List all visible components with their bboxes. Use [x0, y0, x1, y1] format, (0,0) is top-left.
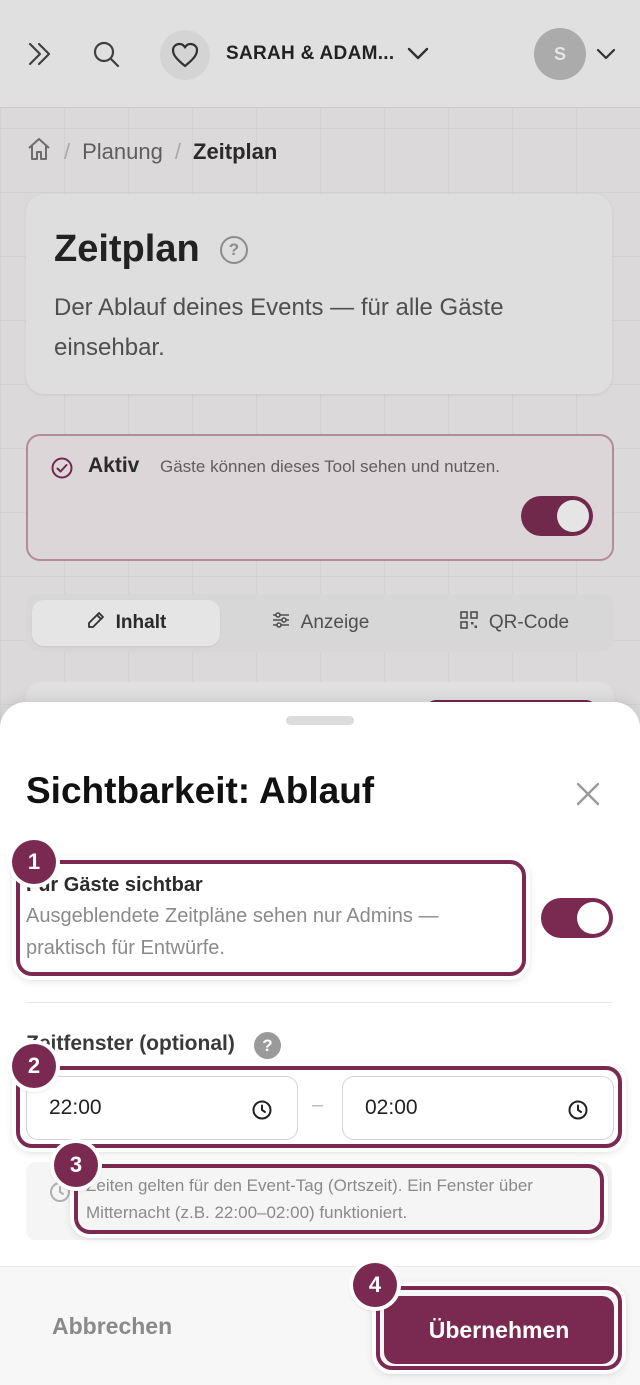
- help-icon[interactable]: ?: [254, 1032, 281, 1059]
- close-icon[interactable]: [570, 776, 606, 812]
- annotation-badge-3: 3: [54, 1143, 98, 1187]
- annotation-highlight-2: [16, 1066, 622, 1148]
- time-window-label: Zeitfenster (optional): [26, 1032, 235, 1055]
- cancel-button[interactable]: Abbrechen: [52, 1313, 172, 1340]
- annotation-highlight-1: [16, 860, 526, 976]
- toggle-knob: [577, 902, 609, 934]
- annotation-badge-1: 1: [12, 840, 56, 884]
- annotation-highlight-4: [376, 1286, 622, 1370]
- visibility-toggle[interactable]: [541, 898, 613, 938]
- annotation-badge-4: 4: [353, 1263, 397, 1307]
- annotation-highlight-3: [74, 1164, 604, 1234]
- sheet-title: Sichtbarkeit: Ablauf: [26, 770, 375, 811]
- bottom-sheet: Sichtbarkeit: Ablauf Für Gäste sichtbar …: [0, 702, 640, 1385]
- sheet-grabber[interactable]: [286, 716, 354, 725]
- annotation-badge-2: 2: [12, 1044, 56, 1088]
- divider: [26, 1002, 612, 1003]
